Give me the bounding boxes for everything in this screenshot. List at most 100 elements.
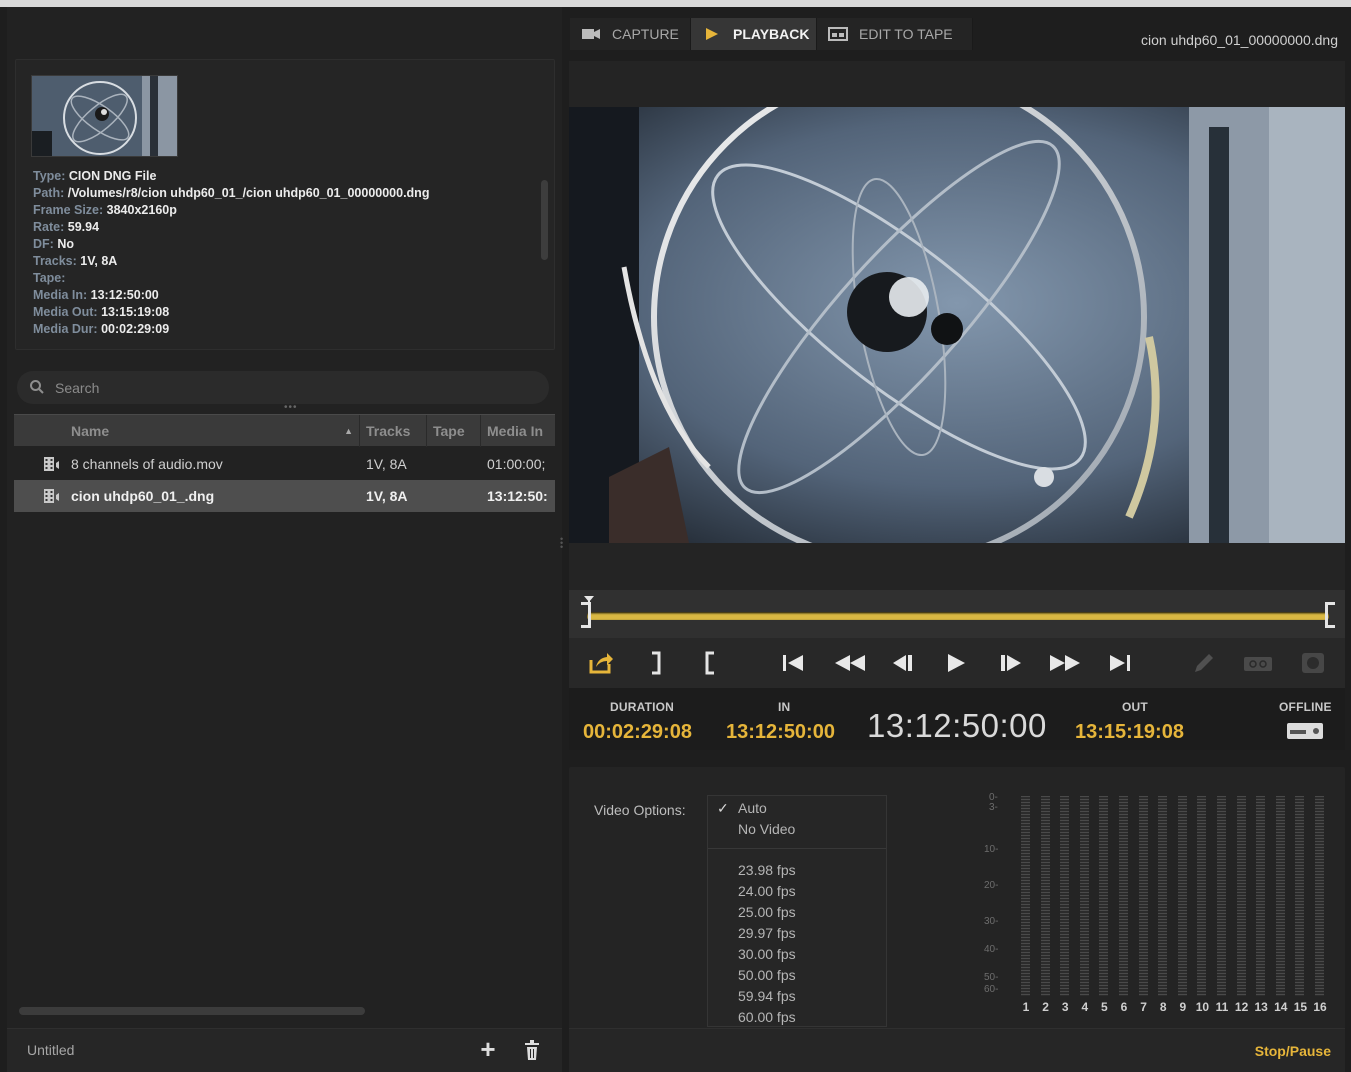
info-scrollbar[interactable] xyxy=(541,180,548,260)
skip-forward-icon xyxy=(1110,655,1130,671)
out-point-marker[interactable] xyxy=(1325,602,1335,628)
media-pool-pane: Type: CION DNG File Path: /Volumes/r8/cio… xyxy=(7,7,562,1072)
audio-channel-label: 16 xyxy=(1313,1000,1327,1014)
out-timecode[interactable]: 13:15:19:08 xyxy=(1075,721,1184,744)
video-option-item[interactable]: 30.00 fps xyxy=(738,946,796,962)
horizontal-scrollbar[interactable] xyxy=(19,1007,365,1015)
step-back-icon xyxy=(893,655,912,671)
tab-capture[interactable]: CAPTURE xyxy=(570,18,691,50)
column-name-label: Name xyxy=(71,423,110,439)
pane-splitter-handle[interactable]: • • • xyxy=(560,535,563,552)
audio-channel-label: 12 xyxy=(1234,1000,1249,1014)
bracket-in-icon xyxy=(705,651,714,675)
column-media-in-label: Media In xyxy=(487,423,544,439)
deck-status-icon xyxy=(1287,723,1323,739)
audio-channel-label: 6 xyxy=(1120,1000,1128,1014)
meter-scale-tick: 20- xyxy=(984,880,999,891)
edit-button[interactable] xyxy=(1189,650,1217,676)
clip-info-key: Tracks: xyxy=(33,254,77,268)
current-timecode[interactable]: 13:12:50:00 xyxy=(867,707,1047,745)
tab-playback-label: PLAYBACK xyxy=(733,26,810,42)
audio-channel-label: 4 xyxy=(1081,1000,1089,1014)
clip-info-line: Frame Size: 3840x2160p xyxy=(33,202,177,219)
tape-icon xyxy=(1244,657,1272,671)
film-audio-icon xyxy=(44,457,59,471)
row-tracks: 1V, 8A xyxy=(366,488,408,504)
current-file-title: cion uhdp60_01_00000000.dng xyxy=(1141,32,1338,48)
timecode-display: DURATION 00:02:29:08 IN 13:12:50:00 13:1… xyxy=(569,688,1345,750)
video-option-item[interactable]: No Video xyxy=(738,821,795,837)
table-row[interactable]: cion uhdp60_01_.dng 1V, 8A 13:12:50: xyxy=(14,480,555,512)
tab-playback[interactable]: PLAYBACK xyxy=(691,18,817,50)
mark-in-button[interactable] xyxy=(696,650,724,676)
trash-icon[interactable] xyxy=(522,1039,542,1063)
step-forward-button[interactable] xyxy=(997,650,1025,676)
audio-meter-bar xyxy=(1099,796,1109,996)
play-button[interactable] xyxy=(942,650,970,676)
clip-thumbnail[interactable] xyxy=(31,75,178,157)
duration-value: 00:02:29:08 xyxy=(583,721,692,743)
tab-edit-to-tape[interactable]: EDIT TO TAPE xyxy=(817,18,973,50)
clip-info-key: Media Dur: xyxy=(33,322,98,336)
step-forward-icon xyxy=(1001,655,1021,671)
meter-scale-tick: 40- xyxy=(984,944,999,955)
in-timecode[interactable]: 13:12:50:00 xyxy=(726,721,835,744)
clip-info-key: Tape: xyxy=(33,271,66,285)
duration-label: DURATION xyxy=(610,700,675,714)
right-footer: Stop/Pause xyxy=(569,1028,1345,1072)
export-button[interactable] xyxy=(587,650,615,676)
clip-info-key: DF: xyxy=(33,237,54,251)
audio-channel-label: 3 xyxy=(1061,1000,1069,1014)
playhead[interactable] xyxy=(584,596,594,628)
out-label: OUT xyxy=(1122,700,1148,714)
skip-back-icon xyxy=(783,655,803,671)
timeline-track[interactable] xyxy=(587,612,1329,620)
video-option-item[interactable]: 60.00 fps xyxy=(738,1009,796,1025)
audio-channel-label: 13 xyxy=(1254,1000,1268,1014)
column-header-tracks[interactable]: Tracks xyxy=(360,415,427,447)
audio-channel-label: 7 xyxy=(1140,1000,1147,1014)
rewind-icon xyxy=(835,655,865,671)
fast-forward-button[interactable] xyxy=(1047,650,1083,676)
video-options-list[interactable]: ✓ Auto No Video 23.98 fps 24.00 fps 25.00 fp… xyxy=(707,795,887,1027)
go-to-start-button[interactable] xyxy=(779,650,807,676)
column-header-name[interactable]: Name ▲ xyxy=(14,415,360,447)
video-option-item[interactable]: 59.94 fps xyxy=(738,988,796,1004)
audio-meter-bar xyxy=(1217,796,1226,996)
audio-channel-label: 5 xyxy=(1101,1000,1108,1014)
search-input[interactable] xyxy=(55,378,495,398)
audio-channel-label: 8 xyxy=(1159,1000,1167,1014)
audio-channel-label: 2 xyxy=(1042,1000,1049,1014)
column-header-tape[interactable]: Tape xyxy=(427,415,481,447)
column-tracks-label: Tracks xyxy=(366,423,411,439)
record-icon xyxy=(1302,653,1324,673)
transport-status: Stop/Pause xyxy=(1254,1043,1331,1059)
column-header-media-in[interactable]: Media In xyxy=(481,415,555,447)
clip-info-line: Tracks: 1V, 8A xyxy=(33,253,117,270)
video-options-panel: Video Options: ✓ Auto No Video 23.98 fps 24… xyxy=(569,767,1345,1029)
meter-scale-tick: 10- xyxy=(984,844,999,855)
app-window: Type: CION DNG File Path: /Volumes/r8/cio… xyxy=(0,7,1351,1072)
rewind-button[interactable] xyxy=(832,650,868,676)
clip-info-value: /Volumes/r8/cion uhdp60_01_/cion uhdp60_… xyxy=(67,186,430,200)
video-option-item[interactable]: 24.00 fps xyxy=(738,883,796,899)
tape-deck-button[interactable] xyxy=(1242,650,1274,676)
video-option-item[interactable]: 50.00 fps xyxy=(738,967,796,983)
add-clip-button[interactable]: + xyxy=(477,1036,499,1062)
table-row[interactable]: 8 channels of audio.mov 1V, 8A 01:00:00; xyxy=(14,448,555,480)
record-button[interactable] xyxy=(1299,650,1327,676)
clip-info-line: Tape: xyxy=(33,270,65,287)
video-option-item[interactable]: 25.00 fps xyxy=(738,904,796,920)
video-option-item[interactable]: 23.98 fps xyxy=(738,862,796,878)
step-back-button[interactable] xyxy=(889,650,917,676)
row-media-in: 13:12:50: xyxy=(487,488,548,504)
audio-meter-bar xyxy=(1021,796,1030,996)
go-to-end-button[interactable] xyxy=(1106,650,1134,676)
video-option-item[interactable]: Auto xyxy=(738,800,767,816)
timeline-scrubber[interactable] xyxy=(569,590,1345,638)
fast-forward-icon xyxy=(1050,655,1080,671)
mark-out-button[interactable] xyxy=(642,650,670,676)
clip-info-value: 00:02:29:09 xyxy=(101,322,170,336)
audio-channel-label: 11 xyxy=(1215,1000,1229,1014)
video-option-item[interactable]: 29.97 fps xyxy=(738,925,796,941)
